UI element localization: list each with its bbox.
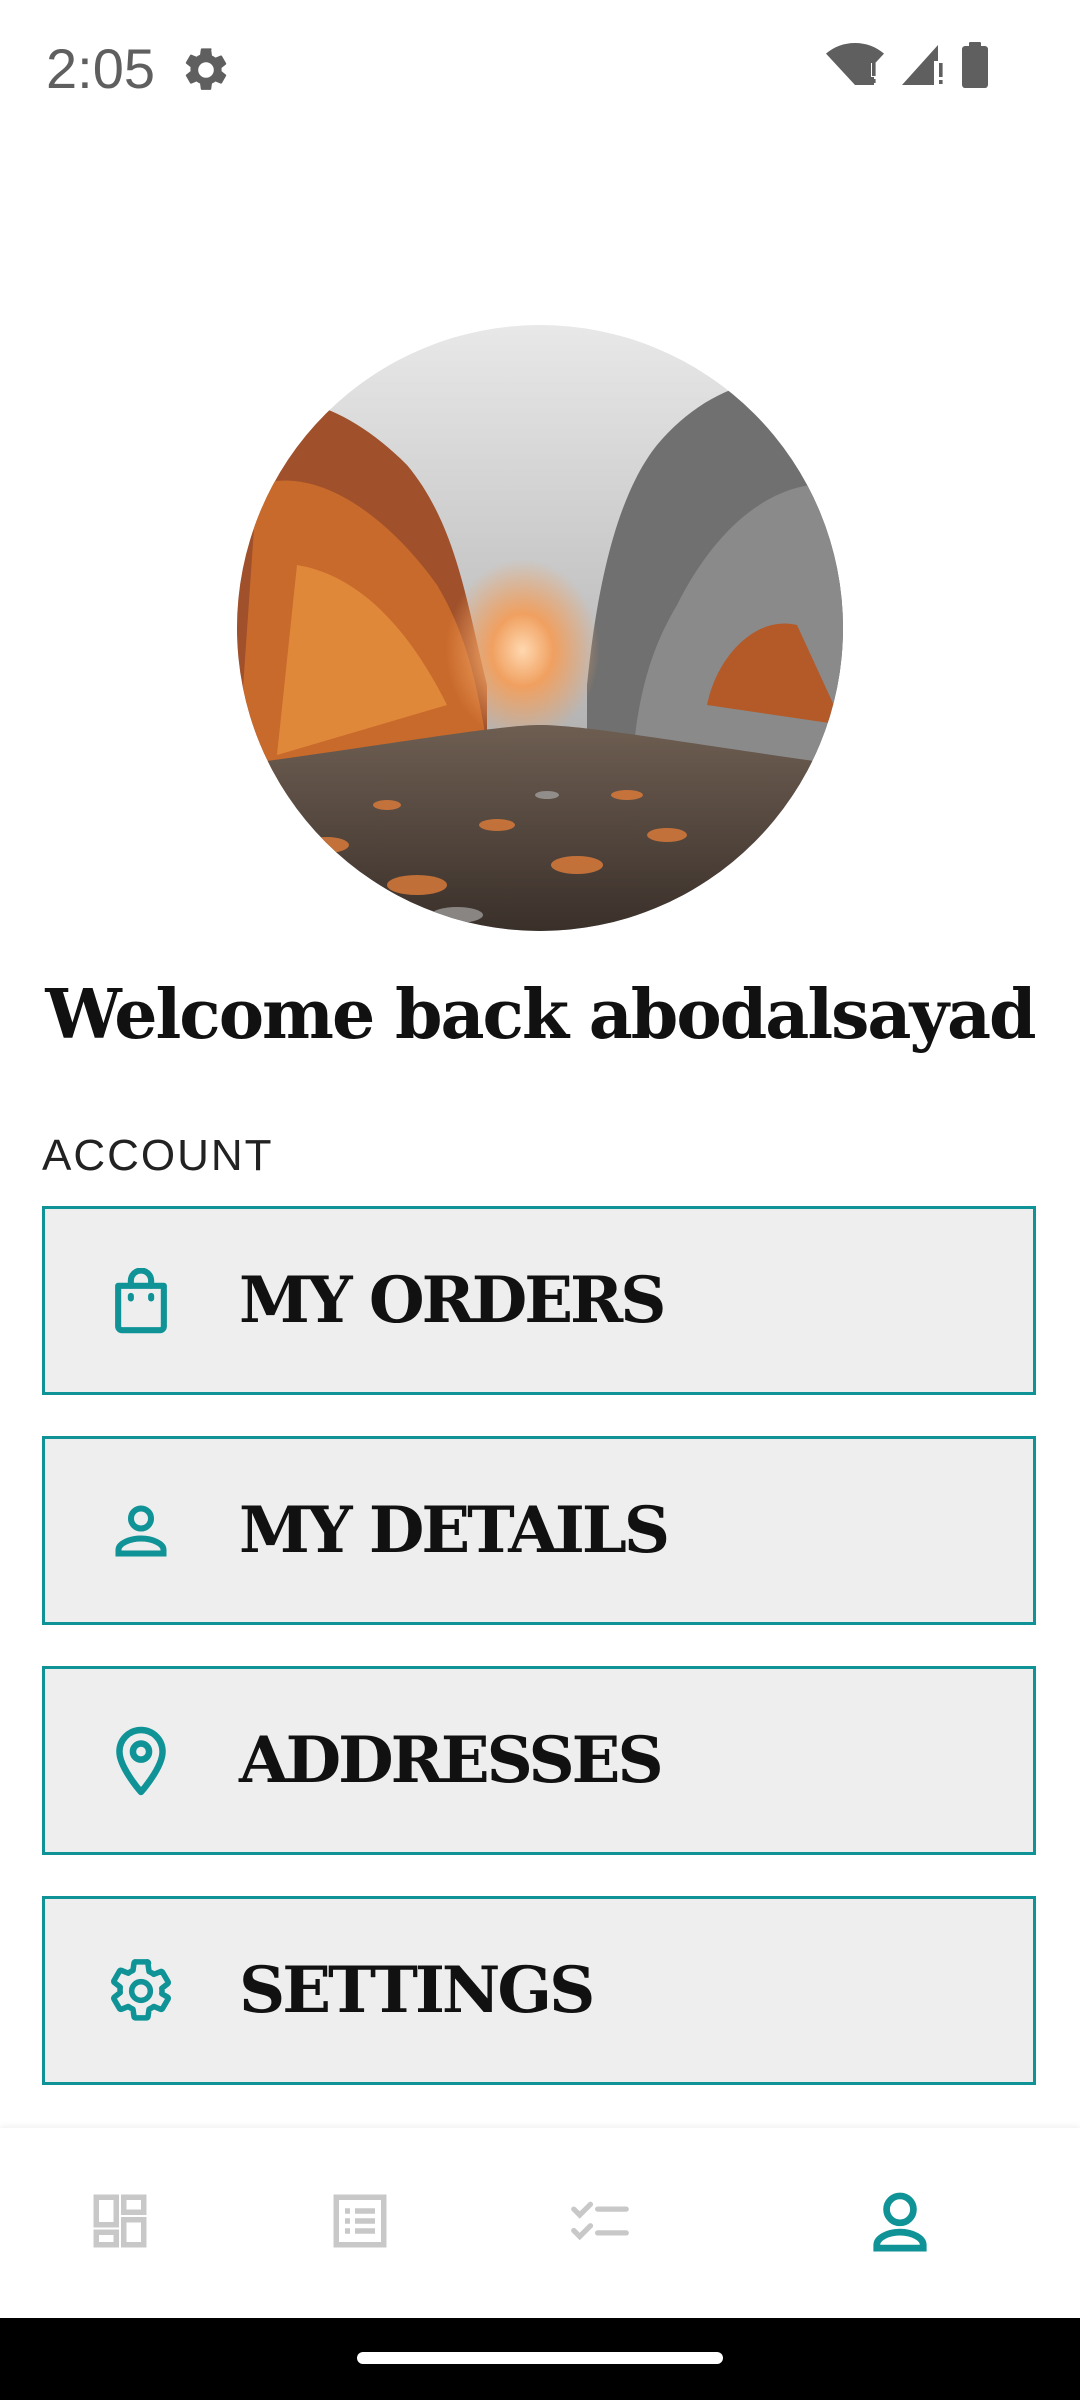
avatar[interactable]	[237, 325, 843, 931]
addresses-button[interactable]: ADDRESSES	[42, 1666, 1036, 1855]
account-section-label: ACCOUNT	[42, 1131, 274, 1180]
welcome-text: Welcome back abodalsayad	[45, 975, 1036, 1055]
nav-dashboard-button[interactable]	[70, 2173, 170, 2273]
status-time: 2:05	[46, 37, 155, 100]
my-orders-label: MY ORDERS	[239, 1263, 666, 1338]
signal-icon	[898, 41, 946, 94]
bottom-navigation	[0, 2128, 1080, 2318]
system-gesture-bar	[0, 2318, 1080, 2400]
gear-icon	[103, 1953, 179, 2029]
list-icon	[330, 2191, 390, 2256]
my-details-label: MY DETAILS	[239, 1493, 670, 1568]
home-gesture-handle[interactable]	[357, 2352, 723, 2364]
battery-icon	[960, 41, 990, 94]
nav-list-button[interactable]	[310, 2173, 410, 2273]
gear-icon	[180, 44, 232, 96]
nav-profile-button[interactable]	[850, 2173, 950, 2273]
person-icon	[103, 1493, 179, 1569]
shopping-bag-icon	[103, 1263, 179, 1339]
my-details-button[interactable]: MY DETAILS	[42, 1436, 1036, 1625]
location-pin-icon	[103, 1723, 179, 1799]
profile-icon	[871, 2190, 929, 2257]
my-orders-button[interactable]: MY ORDERS	[42, 1206, 1036, 1395]
settings-label: SETTINGS	[239, 1953, 595, 2028]
settings-button[interactable]: SETTINGS	[42, 1896, 1036, 2085]
checklist-icon	[569, 2196, 631, 2251]
status-bar: 2:05	[0, 0, 1080, 140]
dashboard-icon	[90, 2191, 150, 2256]
wifi-icon	[826, 41, 884, 94]
nav-checklist-button[interactable]	[550, 2173, 650, 2273]
addresses-label: ADDRESSES	[239, 1723, 664, 1798]
